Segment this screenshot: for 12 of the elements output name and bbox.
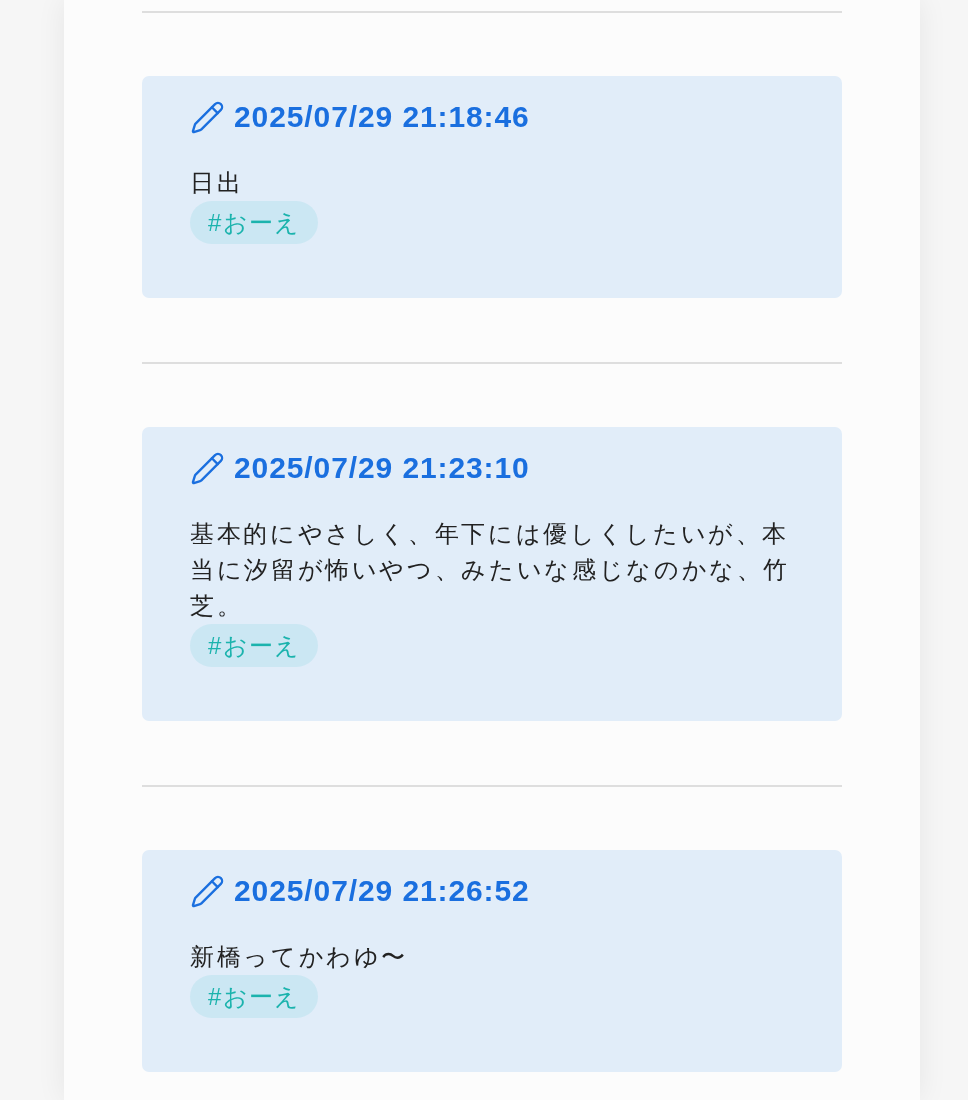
pencil-icon[interactable] [190,450,225,486]
entry-text: 日出 [190,168,245,198]
pencil-icon[interactable] [190,99,225,135]
entry-text: 新橋ってかわゆ〜 [190,942,410,972]
entry-text: 基本的にやさしく、年下には優しくしたいが、本当に汐留が怖いやつ、みたいな感じなのかな、竹芝。 [190,519,792,621]
hashtag-tag[interactable]: #おーえ [190,201,319,244]
entry-timestamp: 2025/07/29 21:18:46 [234,100,530,134]
hashtag-tag[interactable]: #おーえ [190,975,319,1018]
entry-timestamp: 2025/07/29 21:26:52 [234,874,530,908]
entry-timestamp: 2025/07/29 21:23:10 [234,451,530,485]
hashtag-tag[interactable]: #おーえ [190,624,319,667]
pencil-icon[interactable] [190,873,225,909]
